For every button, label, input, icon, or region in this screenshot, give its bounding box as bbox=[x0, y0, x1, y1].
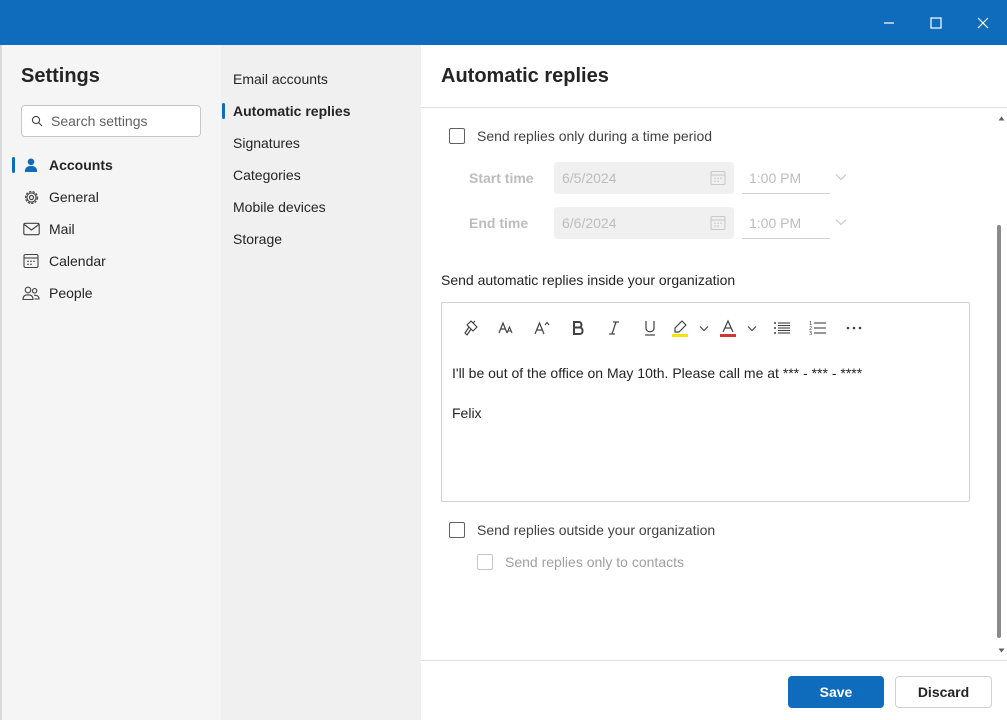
chevron-down-icon[interactable] bbox=[834, 218, 848, 226]
sidebar-item-people[interactable]: People bbox=[2, 277, 221, 309]
chevron-down-icon[interactable] bbox=[834, 173, 848, 181]
numbering-icon[interactable]: 123 bbox=[800, 315, 836, 341]
highlight-icon[interactable] bbox=[668, 315, 692, 341]
title-bar bbox=[0, 0, 1007, 45]
end-time-value: 1:00 PM bbox=[749, 214, 802, 231]
footer-divider bbox=[421, 660, 1007, 661]
people-icon bbox=[22, 284, 40, 302]
scrollbar-thumb[interactable] bbox=[997, 225, 1001, 638]
header-divider bbox=[421, 107, 1007, 108]
gear-icon bbox=[22, 188, 40, 206]
subnav-item-automatic-replies[interactable]: Automatic replies bbox=[221, 95, 421, 127]
outside-org-checkbox-row[interactable]: Send replies outside your organization bbox=[449, 522, 715, 538]
calendar-icon bbox=[710, 215, 726, 231]
italic-icon[interactable] bbox=[596, 315, 632, 341]
sidebar-item-label: Mail bbox=[49, 221, 75, 237]
settings-title: Settings bbox=[21, 65, 100, 87]
search-input[interactable] bbox=[51, 113, 191, 129]
sidebar-item-label: General bbox=[49, 189, 99, 205]
search-box[interactable] bbox=[21, 105, 201, 137]
formatting-toolbar: 123 bbox=[454, 315, 872, 341]
close-icon bbox=[977, 17, 989, 28]
scroll-up-icon[interactable] bbox=[995, 113, 1007, 123]
reply-editor[interactable]: 123 I'll be out of the office on May 10t… bbox=[441, 302, 970, 502]
font-color-icon[interactable] bbox=[716, 315, 740, 341]
calendar-icon bbox=[710, 170, 726, 186]
sidebar-item-label: People bbox=[49, 285, 93, 301]
time-period-label: Send replies only during a time period bbox=[477, 128, 713, 144]
inside-org-label: Send automatic replies inside your organ… bbox=[441, 272, 736, 288]
message-signature: Felix bbox=[452, 405, 482, 421]
maximize-button[interactable] bbox=[912, 0, 960, 45]
mail-icon bbox=[22, 220, 40, 238]
subnav-item-storage[interactable]: Storage bbox=[221, 223, 421, 255]
underline-icon[interactable] bbox=[632, 315, 668, 341]
search-icon bbox=[31, 115, 43, 127]
subnav-item-signatures[interactable]: Signatures bbox=[221, 127, 421, 159]
start-time-dropdown[interactable]: 1:00 PM bbox=[742, 162, 830, 194]
subnav-item-email-accounts[interactable]: Email accounts bbox=[221, 63, 421, 95]
person-icon bbox=[22, 156, 40, 174]
start-date-value: 6/5/2024 bbox=[562, 170, 617, 186]
start-time-value: 1:00 PM bbox=[749, 169, 802, 186]
bold-icon[interactable] bbox=[560, 315, 596, 341]
sidebar-item-calendar[interactable]: Calendar bbox=[2, 245, 221, 277]
message-line: I'll be out of the office on May 10th. P… bbox=[452, 365, 863, 381]
contacts-only-checkbox[interactable] bbox=[477, 554, 493, 570]
time-period-checkbox-row[interactable]: Send replies only during a time period bbox=[449, 128, 712, 144]
scroll-down-icon[interactable] bbox=[995, 645, 1007, 655]
calendar-icon bbox=[22, 252, 40, 270]
subnav-item-categories[interactable]: Categories bbox=[221, 159, 421, 191]
end-date-value: 6/6/2024 bbox=[562, 215, 617, 231]
accounts-subnav: Email accounts Automatic replies Signatu… bbox=[221, 45, 421, 720]
grow-font-icon[interactable] bbox=[524, 315, 560, 341]
more-icon[interactable] bbox=[836, 315, 872, 341]
start-time-label: Start time bbox=[469, 170, 534, 186]
sidebar-item-accounts[interactable]: Accounts bbox=[2, 149, 221, 181]
save-button[interactable]: Save bbox=[788, 676, 884, 708]
contacts-only-checkbox-row[interactable]: Send replies only to contacts bbox=[477, 554, 684, 570]
automatic-replies-panel: Automatic replies Send replies only duri… bbox=[421, 45, 1007, 720]
start-time-row: Start time 6/5/2024 1:00 PM bbox=[469, 162, 848, 194]
chevron-down-icon[interactable] bbox=[692, 315, 716, 341]
minimize-button[interactable] bbox=[865, 0, 913, 45]
discard-button[interactable]: Discard bbox=[895, 676, 992, 708]
sidebar-item-label: Accounts bbox=[49, 157, 113, 173]
start-date-picker[interactable]: 6/5/2024 bbox=[554, 162, 734, 194]
font-size-icon[interactable] bbox=[488, 315, 524, 341]
format-painter-icon[interactable] bbox=[454, 315, 488, 341]
close-button[interactable] bbox=[959, 0, 1007, 45]
end-time-row: End time 6/6/2024 1:00 PM bbox=[469, 207, 848, 239]
settings-sidebar: Settings Accounts General Mail bbox=[2, 45, 221, 720]
outside-org-label: Send replies outside your organization bbox=[477, 522, 716, 538]
outside-org-checkbox[interactable] bbox=[449, 522, 465, 538]
end-date-picker[interactable]: 6/6/2024 bbox=[554, 207, 734, 239]
end-time-label: End time bbox=[469, 215, 529, 231]
sidebar-item-general[interactable]: General bbox=[2, 181, 221, 213]
subnav-item-mobile-devices[interactable]: Mobile devices bbox=[221, 191, 421, 223]
sidebar-item-label: Calendar bbox=[49, 253, 106, 269]
end-time-dropdown[interactable]: 1:00 PM bbox=[742, 207, 830, 239]
time-period-checkbox[interactable] bbox=[449, 128, 465, 144]
maximize-icon bbox=[930, 16, 942, 29]
minimize-icon bbox=[884, 21, 894, 24]
contacts-only-label: Send replies only to contacts bbox=[505, 554, 684, 570]
reply-message-body[interactable]: I'll be out of the office on May 10th. P… bbox=[452, 363, 957, 423]
bullets-icon[interactable] bbox=[764, 315, 800, 341]
page-title: Automatic replies bbox=[441, 65, 609, 87]
chevron-down-icon[interactable] bbox=[740, 315, 764, 341]
svg-text:3: 3 bbox=[809, 331, 812, 336]
settings-nav: Accounts General Mail Calendar People bbox=[2, 149, 221, 309]
sidebar-item-mail[interactable]: Mail bbox=[2, 213, 221, 245]
